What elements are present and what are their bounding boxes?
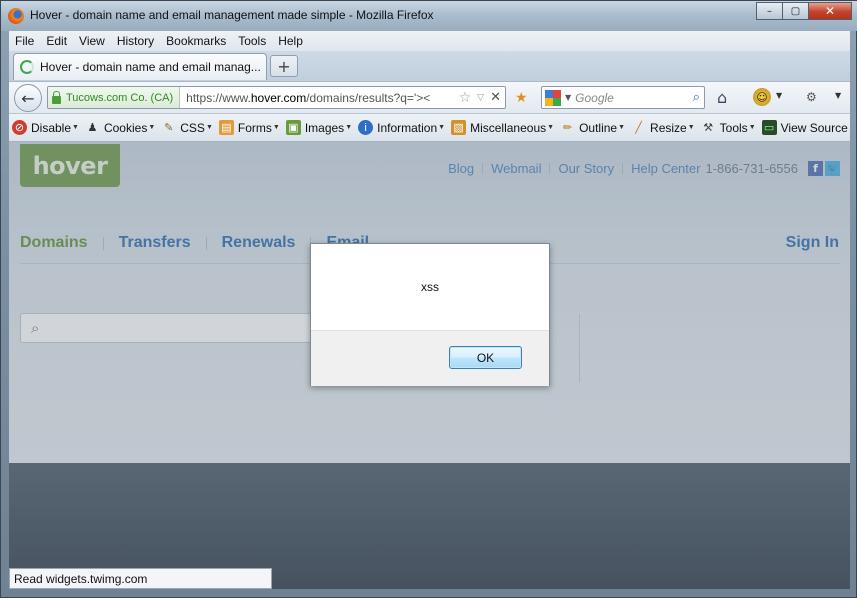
menu-bookmarks[interactable]: Bookmarks xyxy=(160,34,232,48)
url-text[interactable]: https://www.hover.com/domains/results?q=… xyxy=(180,91,458,105)
tab-hover[interactable]: Hover - domain name and email manag... xyxy=(13,53,267,80)
view-source-icon: ▭ xyxy=(761,120,777,135)
menu-history[interactable]: History xyxy=(111,34,160,48)
bookmark-star-icon[interactable]: ☆ xyxy=(459,90,472,106)
alert-dialog: xss OK xyxy=(310,243,550,386)
lock-icon xyxy=(52,90,61,104)
browser-window: Hover - domain name and email management… xyxy=(0,0,857,598)
search-bar[interactable]: ▼ Google ⌕ xyxy=(541,86,705,109)
dev-cookies-menu[interactable]: ♟ Cookies ▼ xyxy=(85,120,156,135)
hover-page: hover Blog Webmail Our Story Help Center… xyxy=(9,142,850,463)
tab-strip: Hover - domain name and email manag... + xyxy=(9,51,850,81)
navigation-toolbar: ← Tucows.com Co. (CA) https://www.hover.… xyxy=(9,81,850,113)
dev-images-menu[interactable]: ▣ Images ▼ xyxy=(285,120,352,135)
menu-tools[interactable]: Tools xyxy=(232,34,272,48)
close-button[interactable]: ✕ xyxy=(808,2,852,20)
alert-message: xss xyxy=(421,280,439,294)
site-identity[interactable]: Tucows.com Co. (CA) xyxy=(48,87,181,108)
url-path: /domains/results?q='>< xyxy=(306,90,431,105)
menu-bar: File Edit View History Bookmarks Tools H… xyxy=(9,31,850,51)
forms-icon: ▤ xyxy=(218,120,234,135)
miscellaneous-icon: ▧ xyxy=(451,120,467,135)
stop-icon[interactable]: ✕ xyxy=(490,90,501,105)
loading-spinner-icon xyxy=(20,60,34,74)
window-title: Hover - domain name and email management… xyxy=(30,8,434,22)
dev-view-source-menu[interactable]: ▭View Source▼ xyxy=(761,120,850,135)
engine-dropdown-icon[interactable]: ▼ xyxy=(565,93,571,102)
greasemonkey-dropdown-icon[interactable]: ▼ xyxy=(776,91,782,100)
status-bar: Read widgets.twimg.com xyxy=(9,568,272,589)
outline-icon: ✏ xyxy=(562,122,573,134)
ok-button[interactable]: OK xyxy=(449,346,522,369)
back-arrow-icon: ← xyxy=(21,88,35,108)
dev-css-menu[interactable]: ✎ CSS ▼ xyxy=(161,120,213,135)
menu-edit[interactable]: Edit xyxy=(40,34,73,48)
dev-forms-menu[interactable]: ▤ Forms ▼ xyxy=(218,120,280,135)
feed-icon[interactable]: ★ xyxy=(515,90,531,106)
firefox-icon xyxy=(8,8,24,24)
dev-disable-menu[interactable]: ⊘ Disable ▼ xyxy=(12,120,79,135)
google-engine-icon[interactable] xyxy=(545,89,561,106)
menu-help[interactable]: Help xyxy=(272,34,309,48)
window-controls: – ▢ ✕ xyxy=(756,2,852,20)
dev-miscellaneous-menu[interactable]: ▧ Miscellaneous ▼ xyxy=(451,120,554,135)
dev-information-menu[interactable]: i Information ▼ xyxy=(358,120,445,135)
search-icon[interactable]: ⌕ xyxy=(693,90,700,105)
page-viewport: hover Blog Webmail Our Story Help Center… xyxy=(9,142,850,589)
toolbar-overflow-icon[interactable]: ▼ xyxy=(835,91,841,100)
identity-label: Tucows.com Co. (CA) xyxy=(66,91,174,104)
url-domain: hover.com xyxy=(250,90,307,105)
web-developer-toolbar: ⊘ Disable ▼ ♟ Cookies ▼ ✎ CSS ▼ ▤ Forms ▼ ▣ Image… xyxy=(9,113,850,142)
dev-outline-menu[interactable]: ✏ Outline ▼ xyxy=(560,120,625,135)
resize-icon: ╱ xyxy=(635,122,642,134)
information-icon: i xyxy=(358,120,374,135)
title-bar: Hover - domain name and email management… xyxy=(1,1,857,31)
home-icon[interactable]: ⌂ xyxy=(717,88,727,107)
css-icon: ✎ xyxy=(164,122,174,134)
images-icon: ▣ xyxy=(285,120,301,135)
tab-label: Hover - domain name and email manag... xyxy=(40,60,261,74)
search-input[interactable]: Google xyxy=(575,91,693,105)
tools-icon: ⚒ xyxy=(703,122,714,134)
url-bar[interactable]: Tucows.com Co. (CA) https://www.hover.co… xyxy=(47,86,506,109)
alert-footer: OK xyxy=(311,330,549,386)
url-bar-icons: ☆ ▽ ✕ xyxy=(459,90,505,106)
maximize-button[interactable]: ▢ xyxy=(782,2,809,20)
history-dropdown-icon[interactable]: ▽ xyxy=(477,93,484,103)
minimize-button[interactable]: – xyxy=(756,2,783,20)
addon-icon[interactable]: ⚙ xyxy=(806,90,817,104)
menu-view[interactable]: View xyxy=(73,34,111,48)
menu-file[interactable]: File xyxy=(9,34,40,48)
cookies-icon: ♟ xyxy=(87,122,98,134)
dev-tools-menu[interactable]: ⚒ Tools ▼ xyxy=(701,120,755,135)
disable-icon: ⊘ xyxy=(12,120,27,135)
url-prefix: https://www. xyxy=(186,90,251,105)
back-button[interactable]: ← xyxy=(14,84,42,112)
dev-resize-menu[interactable]: ╱ Resize ▼ xyxy=(631,120,694,135)
new-tab-button[interactable]: + xyxy=(270,55,298,77)
greasemonkey-icon[interactable]: ☺ xyxy=(753,88,771,106)
